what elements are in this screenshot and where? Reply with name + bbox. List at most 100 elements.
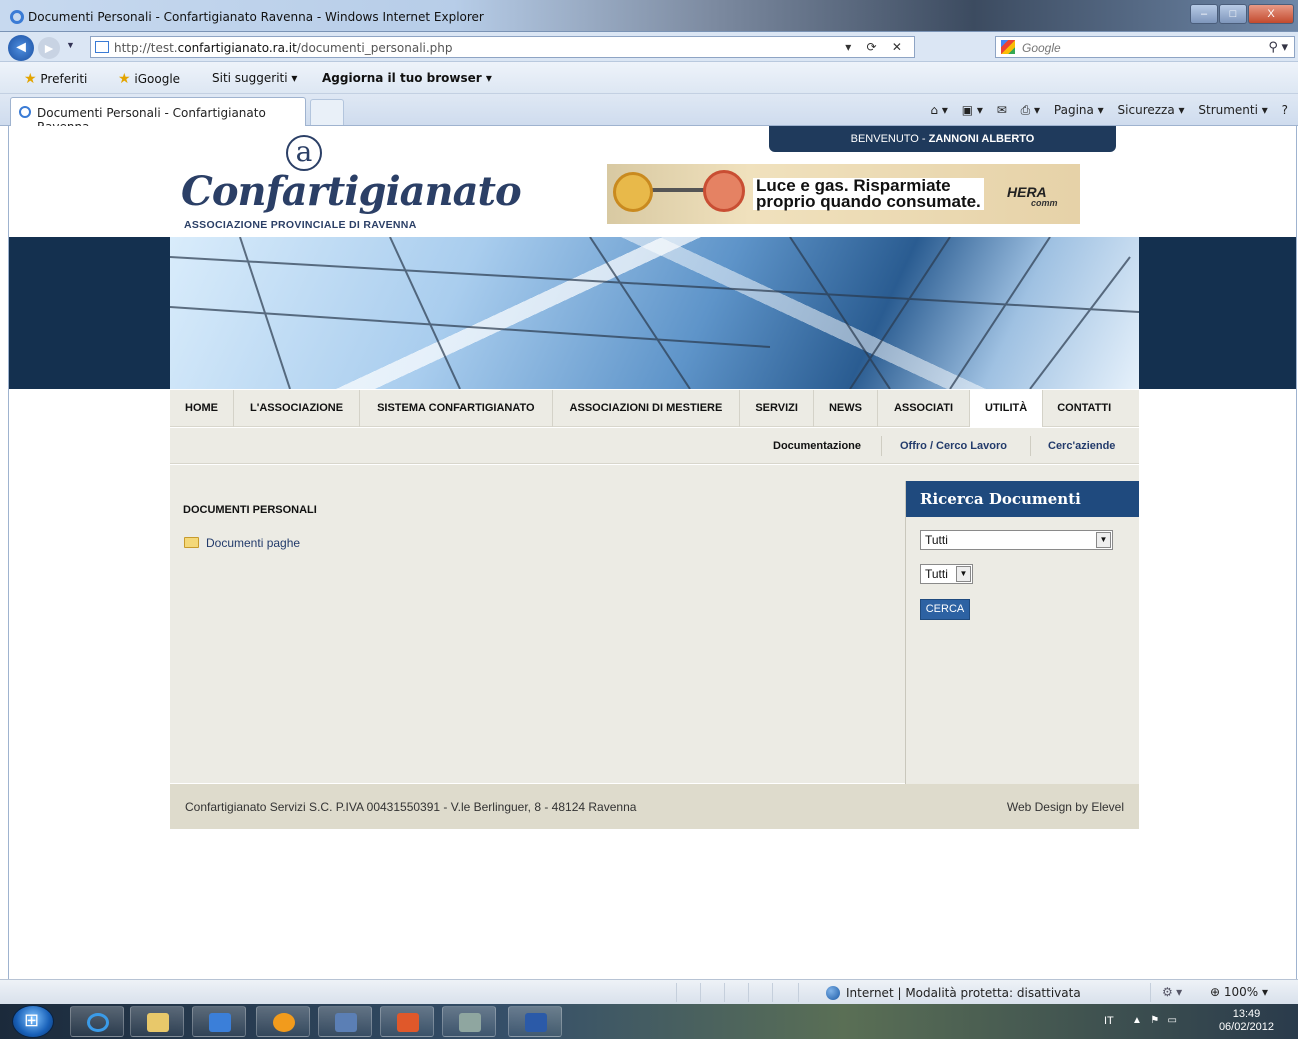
zoom-level[interactable]: ⊕ 100% ▾ [1210, 985, 1268, 999]
feeds-icon[interactable]: ▣ ▾ [962, 103, 983, 117]
url-text[interactable]: http://test.confartigianato.ra.it/docume… [114, 41, 453, 55]
minimize-button[interactable]: – [1190, 4, 1218, 24]
zoom-value: 100% [1223, 985, 1259, 999]
tab-bar: Documenti Personali - Confartigianato Ra… [0, 94, 1298, 134]
app-red-icon [397, 1013, 419, 1032]
taskbar-red-app-button[interactable] [380, 1006, 434, 1037]
network-icon [335, 1013, 357, 1032]
ad-flame-icon [703, 170, 745, 212]
nav-associati[interactable]: ASSOCIATI [878, 390, 971, 427]
search-placeholder: Google [1022, 41, 1061, 55]
back-button[interactable]: ◄ [8, 35, 34, 61]
taskbar-word-button[interactable] [508, 1006, 562, 1037]
app-orange-icon [273, 1013, 295, 1032]
favorites-bar: ★ Preferiti ★ iGoogle Siti suggeriti ▾ A… [0, 62, 1298, 94]
status-divider [724, 983, 725, 1002]
chevron-down-icon[interactable]: ▼ [1096, 532, 1111, 548]
documenti-paghe-link[interactable]: Documenti paghe [206, 536, 300, 550]
menu-strumenti[interactable]: Strumenti ▾ [1198, 103, 1267, 117]
menu-pagina[interactable]: Pagina ▾ [1054, 103, 1104, 117]
url-input[interactable]: http://test.confartigianato.ra.it/docume… [90, 36, 915, 58]
igoogle-link[interactable]: ★ iGoogle [118, 71, 180, 87]
internet-zone-icon [826, 986, 840, 1000]
tab-documenti-personali[interactable]: Documenti Personali - Confartigianato Ra… [10, 97, 306, 134]
site-footer: Confartigianato Servizi S.C. P.IVA 00431… [170, 784, 1139, 829]
category-select[interactable]: Tutti ▼ [920, 530, 1113, 550]
year-select-value: Tutti [925, 567, 948, 581]
clock-date: 06/02/2012 [1218, 1021, 1274, 1033]
nav-news[interactable]: NEWS [814, 390, 878, 427]
nav-associazioni-mestiere[interactable]: ASSOCIAZIONI DI MESTIERE [553, 390, 741, 427]
page-title: DOCUMENTI PERSONALI [183, 504, 317, 516]
help-icon[interactable]: ? [1282, 103, 1288, 117]
sub-nav: Documentazione Offro / Cerco Lavoro Cerc… [170, 428, 1139, 464]
year-select[interactable]: Tutti ▼ [920, 564, 973, 584]
taskbar-ie-button[interactable] [70, 1006, 124, 1037]
cerca-button[interactable]: CERCA [920, 599, 970, 620]
footer-credits-link[interactable]: Web Design by Elevel [1007, 800, 1124, 814]
address-bar: ◄ ► ▼ http://test.confartigianato.ra.it/… [0, 32, 1298, 62]
subnav-aziende[interactable]: Cerc'aziende [1048, 440, 1115, 452]
nav-home[interactable]: HOME [170, 390, 234, 427]
main-nav: HOME L'ASSOCIAZIONE SISTEMA CONFARTIGIAN… [170, 390, 1139, 427]
taskbar-media-button[interactable] [192, 1006, 246, 1037]
footer-company-info: Confartigianato Servizi S.C. P.IVA 00431… [185, 800, 637, 814]
welcome-prefix: BENVENUTO - [850, 133, 929, 145]
protected-mode-icon[interactable]: ⚙ ▾ [1162, 985, 1182, 999]
nav-sistema[interactable]: SISTEMA CONFARTIGIANATO [360, 390, 553, 427]
nav-associazione[interactable]: L'ASSOCIAZIONE [234, 390, 361, 427]
maximize-button[interactable]: □ [1219, 4, 1247, 24]
subnav-documentazione[interactable]: Documentazione [773, 440, 861, 452]
subnav-lavoro[interactable]: Offro / Cerco Lavoro [900, 440, 1007, 452]
taskbar-app-button[interactable] [256, 1006, 310, 1037]
clock[interactable]: 13:49 06/02/2012 [1219, 1008, 1274, 1034]
taskbar-network-button[interactable] [318, 1006, 372, 1037]
hero-building-image [170, 237, 1139, 389]
nav-utilita[interactable]: UTILITÀ [970, 390, 1044, 427]
update-browser-link[interactable]: Aggiorna il tuo browser ▾ [322, 71, 492, 85]
taskbar-computer-button[interactable] [442, 1006, 496, 1037]
computer-icon [459, 1013, 481, 1032]
taskbar-explorer-button[interactable] [130, 1006, 184, 1037]
refresh-stop-icons[interactable]: ▾ ⟳ ✕ [845, 40, 908, 54]
print-icon[interactable]: ⎙ ▾ [1021, 103, 1040, 117]
nav-servizi[interactable]: SERVIZI [740, 390, 814, 427]
menu-sicurezza[interactable]: Sicurezza ▾ [1118, 103, 1185, 117]
subnav-divider [1030, 436, 1031, 456]
favorites-button[interactable]: ★ Preferiti [24, 71, 87, 87]
sidebar-title: Ricerca Documenti [906, 481, 1139, 517]
forward-button[interactable]: ► [38, 37, 60, 59]
security-zone-text[interactable]: Internet | Modalità protetta: disattivat… [846, 986, 1081, 1000]
nav-contatti[interactable]: CONTATTI [1043, 390, 1125, 427]
start-button[interactable] [12, 1005, 54, 1038]
ad-text: Luce e gas. Risparmiate proprio quando co… [753, 177, 984, 210]
search-icon[interactable]: ⚲ ▾ [1268, 39, 1288, 55]
chevron-down-icon[interactable]: ▼ [956, 566, 971, 582]
word-icon [525, 1013, 547, 1032]
folder-icon [147, 1013, 169, 1032]
language-indicator[interactable]: IT [1104, 1015, 1114, 1027]
search-sidebar: Ricerca Documenti Tutti ▼ Tutti ▼ CERCA [905, 481, 1139, 784]
add-favorite-icon: ★ [118, 71, 131, 87]
search-input[interactable]: Google ⚲ ▾ [995, 36, 1295, 58]
status-divider [700, 983, 701, 1002]
hera-ad-banner[interactable]: Luce e gas. Risparmiate proprio quando co… [607, 164, 1080, 224]
new-tab-button[interactable] [310, 99, 344, 125]
history-dropdown-icon[interactable]: ▼ [66, 40, 75, 50]
welcome-user: ZANNONI ALBERTO [928, 133, 1035, 145]
logo-wordmark[interactable]: Confartigianato [181, 168, 522, 215]
tray-icons[interactable]: ▲ ⚑ ▭ [1132, 1015, 1177, 1026]
page-icon [95, 41, 109, 53]
ie-tab-icon [19, 106, 31, 118]
suggested-sites-link[interactable]: Siti suggeriti ▾ [212, 71, 297, 85]
window-title: Documenti Personali - Confartigianato Ra… [28, 10, 484, 24]
logo-symbol[interactable]: a [286, 135, 322, 171]
mail-icon[interactable]: ✉ [997, 103, 1007, 117]
status-divider [676, 983, 677, 1002]
welcome-bar: BENVENUTO - ZANNONI ALBERTO [769, 126, 1116, 152]
close-button[interactable]: X [1248, 4, 1294, 24]
home-icon[interactable]: ⌂ ▾ [930, 103, 947, 117]
status-divider [798, 983, 799, 1002]
status-divider [772, 983, 773, 1002]
logo-subtitle: ASSOCIAZIONE PROVINCIALE DI RAVENNA [184, 219, 417, 231]
